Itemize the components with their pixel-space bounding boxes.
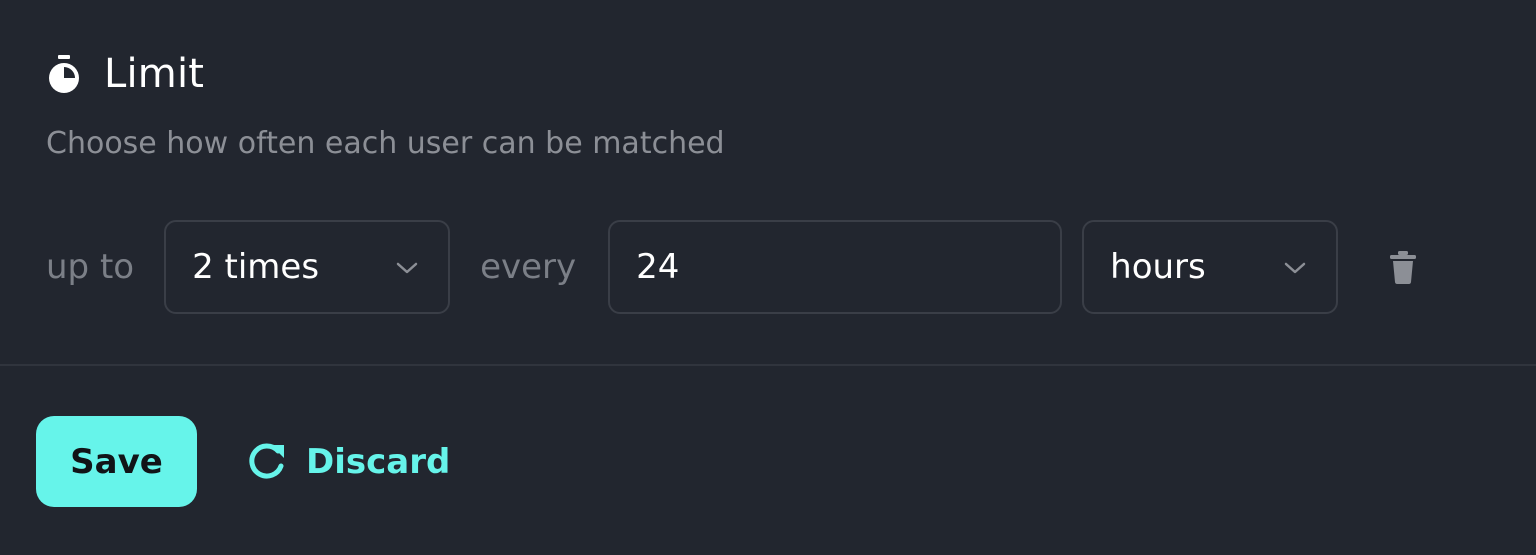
- interval-input-value: 24: [636, 247, 680, 287]
- frequency-select-value: 2 times: [192, 247, 320, 287]
- discard-label: Discard: [306, 442, 451, 482]
- section-description: Choose how often each user can be matche…: [46, 126, 725, 161]
- refresh-icon: [249, 443, 284, 479]
- chevron-down-icon: [396, 262, 418, 274]
- chevron-down-icon: [1284, 262, 1306, 274]
- unit-select-value: hours: [1110, 247, 1206, 287]
- section-title: Limit: [104, 51, 205, 97]
- divider: [0, 364, 1536, 366]
- interval-input[interactable]: 24: [608, 220, 1063, 314]
- every-label: every: [480, 247, 577, 287]
- discard-button[interactable]: Discard: [246, 436, 450, 488]
- limit-panel: Limit Choose how often each user can be …: [0, 0, 1536, 555]
- timer-icon: [46, 51, 82, 97]
- frequency-select[interactable]: 2 times: [164, 220, 451, 314]
- unit-select[interactable]: hours: [1082, 220, 1339, 314]
- limit-rule-row: up to 2 times every 24 hours: [46, 220, 1420, 314]
- section-header: Limit: [46, 48, 204, 100]
- up-to-label: up to: [46, 247, 135, 287]
- trash-icon[interactable]: [1386, 247, 1420, 287]
- save-button[interactable]: Save: [36, 416, 197, 507]
